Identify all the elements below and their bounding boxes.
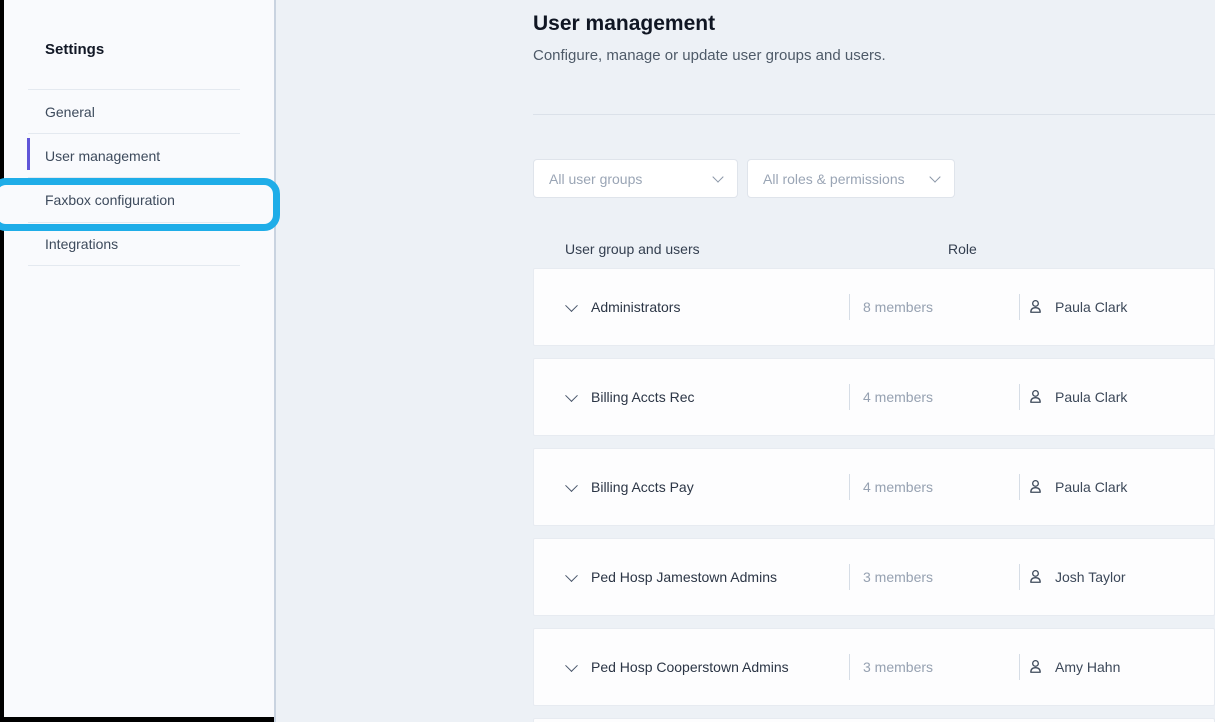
table-row[interactable]: Administrators 8 members Paula Clark bbox=[533, 268, 1215, 346]
sidebar-nav: General User management Faxbox configura… bbox=[28, 89, 240, 266]
column-header-role: Role bbox=[948, 241, 977, 257]
member-count: 3 members bbox=[863, 659, 933, 675]
divider bbox=[849, 654, 850, 680]
column-header-group: User group and users bbox=[565, 241, 700, 257]
table-row[interactable]: Ped Hosp Jamestown Admins 3 members Josh… bbox=[533, 538, 1215, 616]
main-panel: User management Configure, manage or upd… bbox=[274, 0, 1215, 722]
person-icon bbox=[1028, 660, 1043, 675]
sidebar-item-label: Faxbox configuration bbox=[45, 192, 175, 208]
chevron-down-icon[interactable] bbox=[565, 569, 578, 582]
person-icon bbox=[1028, 570, 1043, 585]
table-row[interactable]: Ped Hosp Cooperstown Admins 3 members Am… bbox=[533, 628, 1215, 706]
role-name: Amy Hahn bbox=[1055, 659, 1120, 675]
sidebar-item-integrations[interactable]: Integrations bbox=[28, 222, 240, 266]
person-icon bbox=[1028, 480, 1043, 495]
roles-permissions-filter-label: All roles & permissions bbox=[763, 171, 905, 187]
divider bbox=[1019, 654, 1020, 680]
header-divider bbox=[533, 114, 1215, 115]
user-group-list: Administrators 8 members Paula Clark Bil… bbox=[533, 268, 1215, 722]
person-icon bbox=[1028, 300, 1043, 315]
member-count: 3 members bbox=[863, 569, 933, 585]
page-title: User management bbox=[533, 12, 715, 36]
group-name: Administrators bbox=[591, 299, 680, 315]
roles-permissions-filter-dropdown[interactable]: All roles & permissions bbox=[747, 159, 955, 198]
group-name: Ped Hosp Jamestown Admins bbox=[591, 569, 777, 585]
table-row[interactable]: Billing Accts Rec 4 members Paula Clark bbox=[533, 358, 1215, 436]
chevron-down-icon bbox=[929, 171, 940, 182]
member-count: 4 members bbox=[863, 389, 933, 405]
sidebar-item-user-management[interactable]: User management bbox=[28, 134, 240, 178]
sidebar-item-general[interactable]: General bbox=[28, 90, 240, 134]
role-name: Paula Clark bbox=[1055, 299, 1127, 315]
divider bbox=[1019, 384, 1020, 410]
chevron-down-icon[interactable] bbox=[565, 389, 578, 402]
divider bbox=[1019, 294, 1020, 320]
sidebar-item-faxbox-configuration[interactable]: Faxbox configuration bbox=[28, 178, 240, 222]
table-row[interactable]: Billing Accts Pay 4 members Paula Clark bbox=[533, 448, 1215, 526]
sidebar-title: Settings bbox=[45, 41, 104, 58]
page-subtitle: Configure, manage or update user groups … bbox=[533, 47, 886, 64]
group-name: Ped Hosp Cooperstown Admins bbox=[591, 659, 789, 675]
divider bbox=[1019, 474, 1020, 500]
group-name: Billing Accts Rec bbox=[591, 389, 694, 405]
settings-sidebar: Settings General User management Faxbox … bbox=[4, 0, 274, 717]
filter-bar: All user groups All roles & permissions bbox=[533, 159, 955, 198]
divider bbox=[849, 474, 850, 500]
chevron-down-icon bbox=[712, 171, 723, 182]
divider bbox=[849, 384, 850, 410]
sidebar-item-label: Integrations bbox=[45, 236, 118, 252]
member-count: 4 members bbox=[863, 479, 933, 495]
sidebar-item-label: User management bbox=[45, 148, 160, 164]
chevron-down-icon[interactable] bbox=[565, 299, 578, 312]
divider bbox=[849, 294, 850, 320]
group-name: Billing Accts Pay bbox=[591, 479, 694, 495]
person-icon bbox=[1028, 390, 1043, 405]
sidebar-item-label: General bbox=[45, 104, 95, 120]
divider bbox=[1019, 564, 1020, 590]
table-row-partial[interactable] bbox=[533, 718, 1215, 722]
member-count: 8 members bbox=[863, 299, 933, 315]
role-name: Josh Taylor bbox=[1055, 569, 1126, 585]
user-management-content: User management Configure, manage or upd… bbox=[533, 0, 1215, 722]
user-groups-filter-dropdown[interactable]: All user groups bbox=[533, 159, 738, 198]
role-name: Paula Clark bbox=[1055, 479, 1127, 495]
user-groups-filter-label: All user groups bbox=[549, 171, 642, 187]
chevron-down-icon[interactable] bbox=[565, 479, 578, 492]
chevron-down-icon[interactable] bbox=[565, 659, 578, 672]
divider bbox=[849, 564, 850, 590]
role-name: Paula Clark bbox=[1055, 389, 1127, 405]
